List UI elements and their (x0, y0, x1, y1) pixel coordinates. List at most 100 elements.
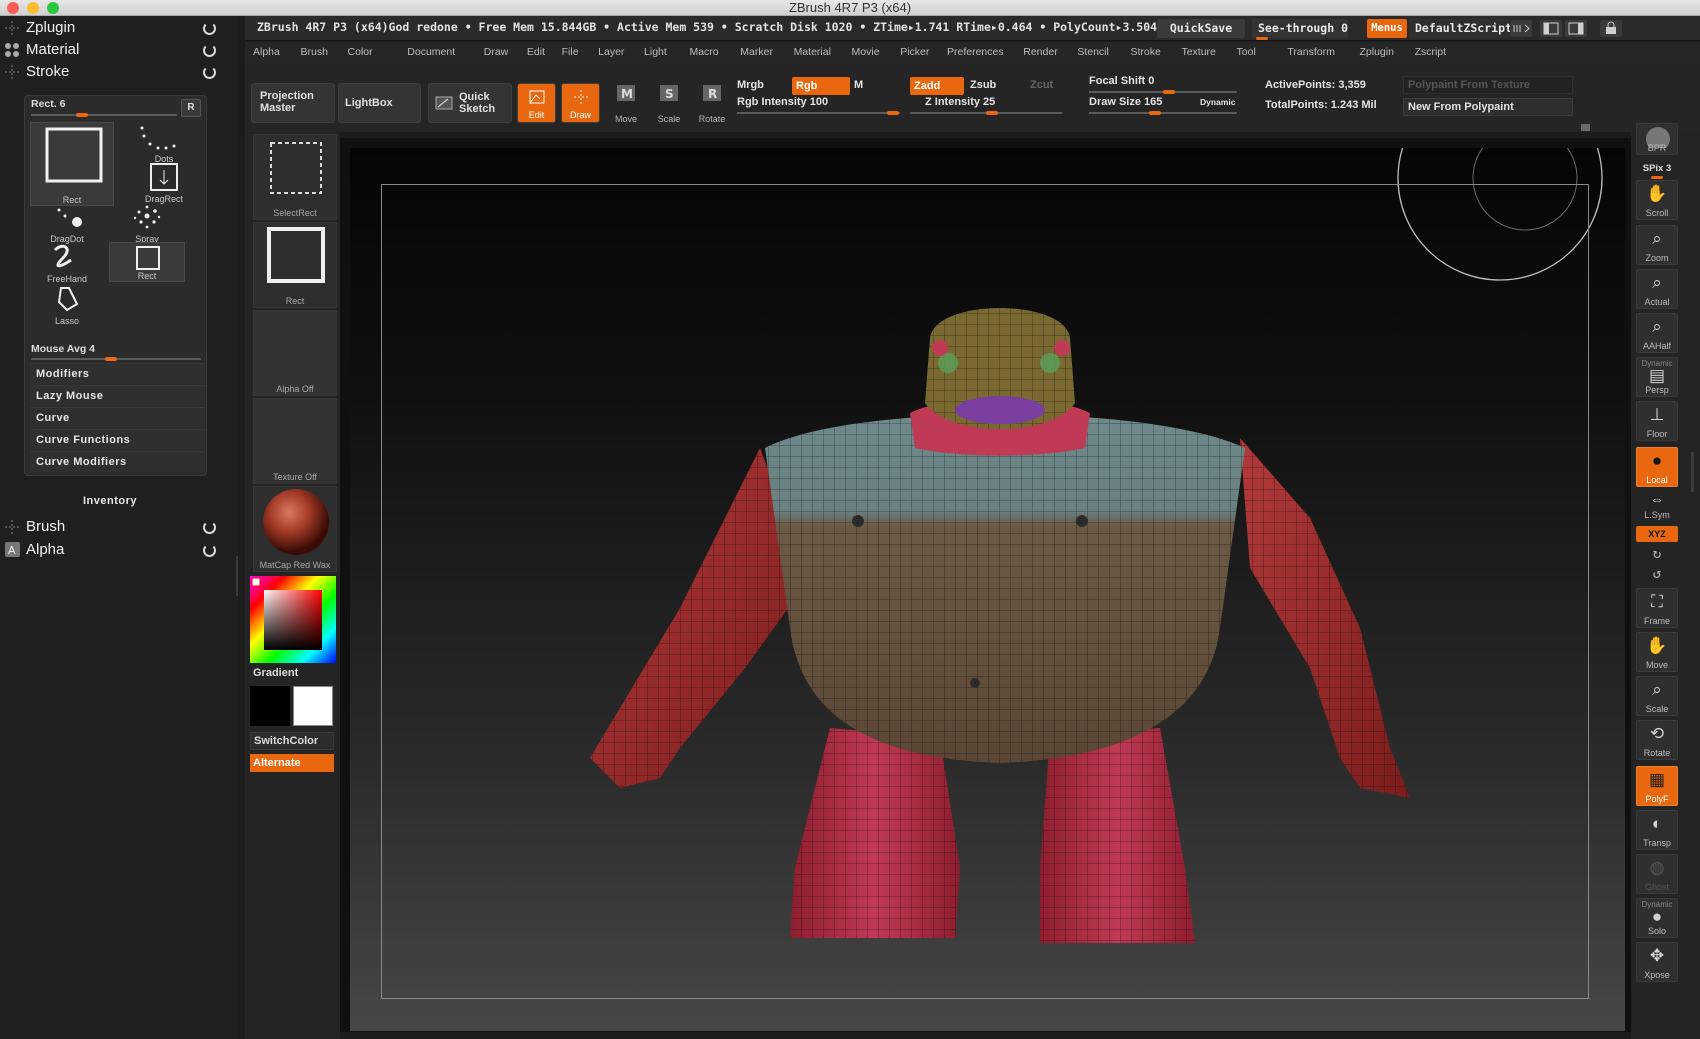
main-color-swatch[interactable] (293, 686, 333, 726)
solo-button[interactable]: Dynamic ● Solo (1636, 898, 1678, 938)
zsub-toggle[interactable]: Zsub (970, 79, 996, 91)
rgb-intensity-slider[interactable] (737, 111, 900, 115)
lazy-mouse-section[interactable]: Lazy Mouse (30, 385, 205, 406)
right-shelf-scrollbar[interactable] (1691, 452, 1694, 492)
move-mode-button[interactable]: M Move (605, 82, 647, 124)
material-refresh-icon[interactable] (203, 44, 216, 57)
menu-stroke[interactable]: Stroke (1130, 42, 1160, 58)
xpose-button[interactable]: ✥ Xpose (1636, 942, 1678, 982)
toolbar-resize-handle[interactable] (1581, 124, 1590, 131)
stroke-tile-spray[interactable]: Spray (107, 202, 187, 244)
menu-file[interactable]: File (562, 42, 579, 58)
lsym-button[interactable]: ⇔ L.Sym (1636, 490, 1678, 522)
stroke-tile-dragrect[interactable]: DragRect (124, 162, 204, 204)
seethrough-knob[interactable] (1256, 37, 1268, 40)
modifiers-section[interactable]: Modifiers (30, 363, 205, 384)
material-palette-title[interactable]: Material (26, 41, 79, 58)
stroke-tile-lasso[interactable]: Lasso (27, 284, 107, 326)
persp-button[interactable]: Dynamic ▤ Persp (1636, 357, 1678, 397)
selectrect-tile[interactable]: SelectRect (253, 134, 337, 220)
mrgb-toggle[interactable]: Mrgb (737, 79, 764, 91)
menu-transform[interactable]: Transform (1287, 42, 1334, 58)
stroke-refresh-icon[interactable] (203, 66, 216, 79)
polypaint-from-texture-button[interactable]: Polypaint From Texture (1403, 76, 1573, 94)
transp-button[interactable]: ◐ Transp (1636, 810, 1678, 850)
stroke-tile-dragdot[interactable]: DragDot (27, 202, 107, 244)
brush-palette-title[interactable]: Brush (26, 518, 65, 535)
menu-zplugin[interactable]: Zplugin (1359, 42, 1393, 58)
alpha-palette-title[interactable]: Alpha (26, 541, 64, 558)
stroke-tile-rect-selected[interactable]: Rect (109, 242, 185, 282)
mouse-avg-knob[interactable] (105, 357, 117, 361)
scale-mode-button[interactable]: S Scale (648, 82, 690, 124)
color-picker[interactable] (250, 576, 336, 663)
palette-arrows-icon[interactable] (1510, 20, 1532, 37)
bpr-button[interactable]: BPR (1636, 123, 1678, 155)
aahalf-button[interactable]: ⌕ AAHalf (1636, 313, 1678, 353)
menu-preferences[interactable]: Preferences (947, 42, 1004, 58)
draw-size-knob[interactable] (1149, 111, 1161, 115)
focal-shift-slider[interactable] (1089, 90, 1237, 94)
zcut-toggle[interactable]: Zcut (1030, 79, 1053, 91)
alternate-button[interactable]: Alternate (250, 754, 334, 772)
menu-movie[interactable]: Movie (852, 42, 880, 58)
move-view-button[interactable]: ✋ Move (1636, 632, 1678, 672)
quick-sketch-button[interactable]: Quick Sketch (428, 83, 512, 123)
menu-zscript[interactable]: Zscript (1415, 42, 1447, 58)
z-intensity-slider[interactable] (910, 111, 1062, 115)
layout-left-icon[interactable] (1540, 20, 1562, 37)
rgb-toggle[interactable]: Rgb (792, 77, 850, 95)
zplugin-palette-title[interactable]: Zplugin (26, 19, 75, 36)
menu-draw[interactable]: Draw (484, 42, 509, 58)
seethrough-slider[interactable]: See-through 0 (1252, 19, 1348, 38)
rect-slider[interactable] (31, 113, 177, 117)
rgb-intensity-knob[interactable] (887, 111, 899, 115)
menu-material[interactable]: Material (794, 42, 831, 58)
curve-modifiers-section[interactable]: Curve Modifiers (30, 451, 205, 472)
projection-master-button[interactable]: Projection Master (251, 83, 335, 123)
edit-mode-button[interactable]: Edit (517, 83, 556, 123)
spix-label[interactable]: SPix 3 (1634, 163, 1680, 174)
ghost-button[interactable]: ◍ Ghost (1636, 854, 1678, 894)
stroke-reset-button[interactable]: R (181, 99, 201, 117)
lightbox-button[interactable]: LightBox (338, 83, 421, 123)
rect-stroke-tile[interactable]: Rect (253, 222, 337, 308)
rotate-mode-button[interactable]: R Rotate (691, 82, 733, 124)
alpha-tile[interactable]: Alpha Off (253, 310, 337, 396)
scale-view-button[interactable]: ⌕ Scale (1636, 676, 1678, 716)
gradient-label[interactable]: Gradient (253, 667, 298, 679)
default-zscript-button[interactable]: DefaultZScript (1409, 19, 1512, 38)
menu-layer[interactable]: Layer (598, 42, 624, 58)
menu-macro[interactable]: Macro (689, 42, 718, 58)
menu-edit[interactable]: Edit (527, 42, 545, 58)
tray-divider[interactable] (236, 556, 238, 596)
local-button[interactable]: ● Local (1636, 447, 1678, 487)
switchcolor-button[interactable]: SwitchColor (250, 732, 334, 750)
menu-color[interactable]: Color (348, 42, 373, 58)
mouse-avg-slider[interactable] (31, 357, 201, 361)
menu-stencil[interactable]: Stencil (1077, 42, 1109, 58)
scroll-button[interactable]: ✋ Scroll (1636, 180, 1678, 220)
zoom-button[interactable]: ⌕ Zoom (1636, 225, 1678, 265)
menu-document[interactable]: Document (407, 42, 455, 58)
draw-mode-button[interactable]: Draw (561, 83, 600, 123)
inventory-label[interactable]: Inventory (10, 495, 210, 507)
m-toggle[interactable]: M (854, 79, 904, 91)
spix-slider[interactable] (1651, 176, 1663, 179)
alpha-refresh-icon[interactable] (203, 544, 216, 557)
curve-functions-section[interactable]: Curve Functions (30, 429, 205, 450)
new-from-polypaint-button[interactable]: New From Polypaint (1403, 98, 1573, 116)
layout-right-icon[interactable] (1565, 20, 1587, 37)
material-tile[interactable]: MatCap Red Wax (253, 486, 337, 572)
rotate-y-icon[interactable]: ↻ (1636, 546, 1678, 564)
menu-marker[interactable]: Marker (740, 42, 773, 58)
stroke-tile-dots[interactable]: Dots (124, 122, 204, 164)
xyz-button[interactable]: XYZ (1636, 526, 1678, 542)
dynamic-size-toggle[interactable]: Dynamic (1200, 97, 1235, 107)
stroke-palette-title[interactable]: Stroke (26, 63, 69, 80)
zplugin-refresh-icon[interactable] (203, 22, 216, 35)
menu-brush[interactable]: Brush (300, 42, 327, 58)
menu-tool[interactable]: Tool (1237, 42, 1256, 58)
texture-tile[interactable]: Texture Off (253, 398, 337, 484)
rotate-view-button[interactable]: ⟲ Rotate (1636, 720, 1678, 760)
